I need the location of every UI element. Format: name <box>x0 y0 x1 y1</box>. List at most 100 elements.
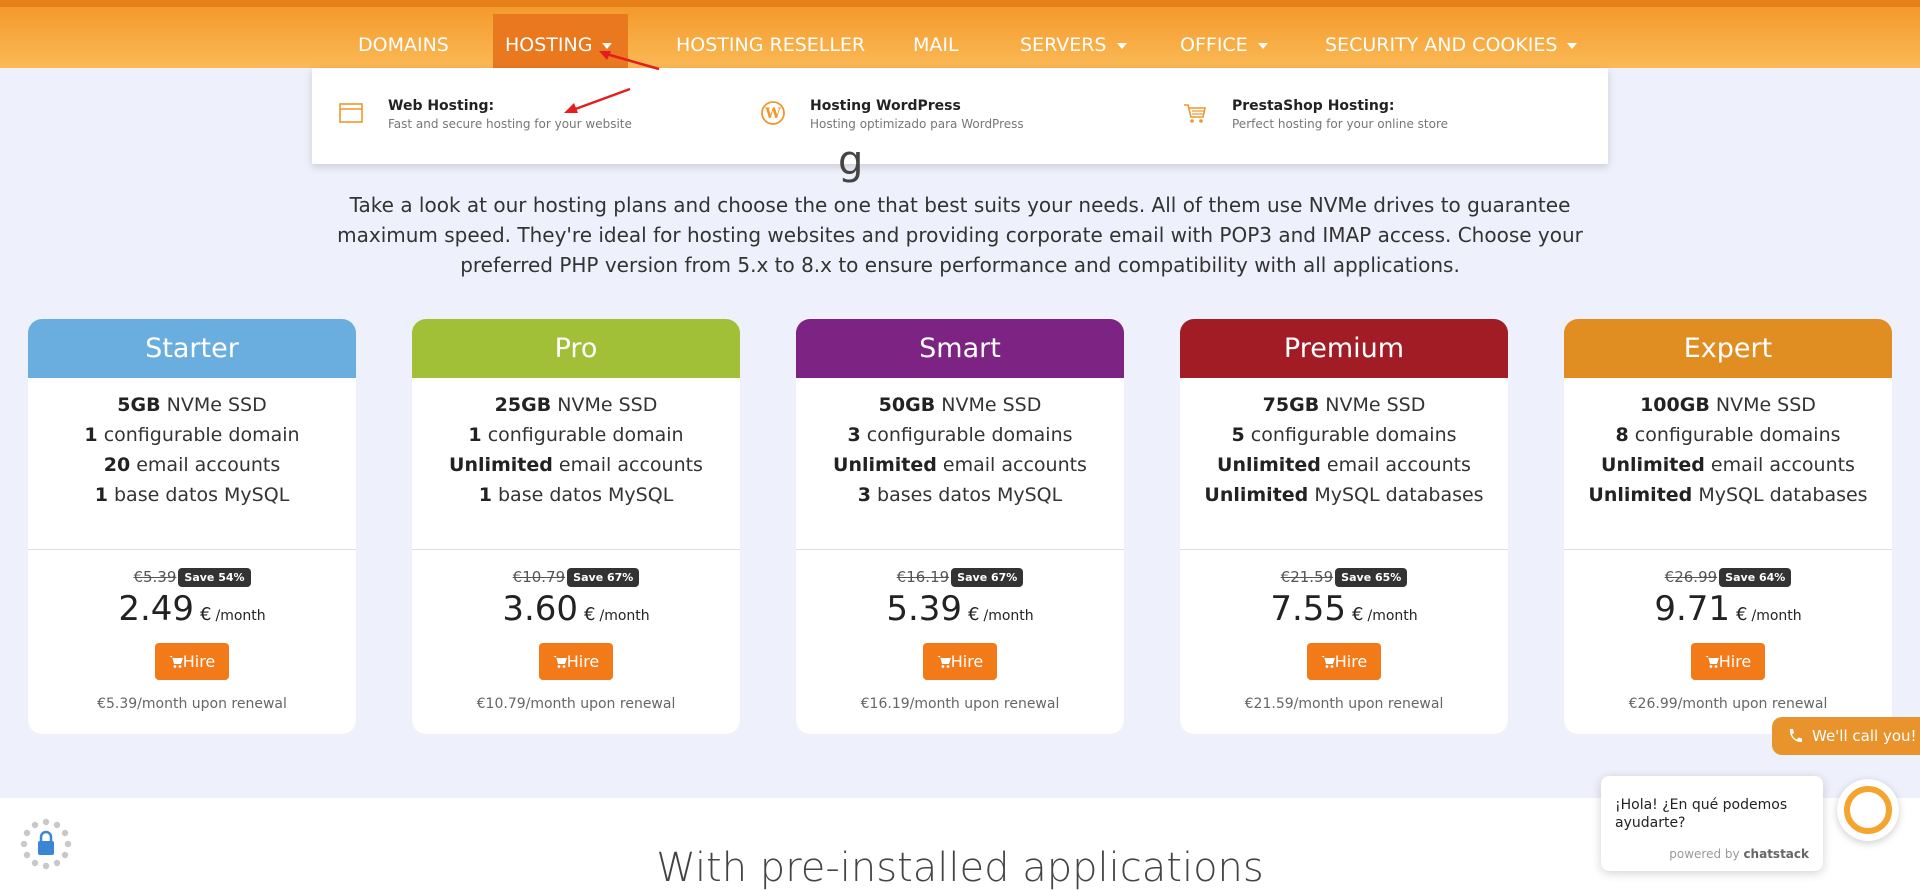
nav-office[interactable]: OFFICE <box>1168 14 1280 75</box>
feature-value: 3 <box>857 484 871 506</box>
feature-value: Unlimited <box>1588 484 1693 506</box>
old-price-row: €21.59 Save 65% <box>1180 568 1508 587</box>
renewal-price: €26.99/month upon renewal <box>1628 696 1828 712</box>
feature-value: Unlimited <box>1601 454 1705 476</box>
price-row: 2.49 €/month <box>28 589 356 629</box>
plan-name: Pro <box>412 319 740 378</box>
hire-button[interactable]: Hire <box>539 643 613 680</box>
hire-button[interactable]: Hire <box>923 643 997 680</box>
plan-card: Starter 5GB NVMe SSD 1 configurable doma… <box>28 319 356 734</box>
hosting-dropdown-menu: Web Hosting: Fast and secure hosting for… <box>312 68 1608 164</box>
renewal-price: €5.39/month upon renewal <box>97 696 287 712</box>
feature-label: configurable domains <box>1628 424 1841 446</box>
feature-value: Unlimited <box>1204 484 1309 506</box>
feature-domains: 5 configurable domains <box>1180 420 1508 450</box>
feature-label: configurable domains <box>860 424 1073 446</box>
hire-label: Hire <box>182 652 216 671</box>
save-badge: Save 65% <box>1335 568 1408 587</box>
dropdown-item-title: Hosting WordPress <box>810 98 961 114</box>
dropdown-item-web-hosting[interactable]: Web Hosting: Fast and secure hosting for… <box>338 98 632 131</box>
price-row: 7.55 €/month <box>1180 589 1508 629</box>
phone-icon <box>1789 729 1802 743</box>
feature-databases: 3 bases datos MySQL <box>796 480 1124 510</box>
nav-hosting-label: HOSTING <box>505 33 593 56</box>
nav-domains[interactable]: DOMAINS <box>346 14 461 75</box>
plan-features: 100GB NVMe SSD 8 configurable domains Un… <box>1564 378 1892 550</box>
nav-hosting-reseller-label: HOSTING RESELLER <box>676 33 866 56</box>
feature-label: bases datos MySQL <box>871 484 1063 506</box>
nav-mail[interactable]: MAIL <box>901 14 971 75</box>
feature-label: configurable domain <box>97 424 300 446</box>
chat-ring-icon <box>1844 786 1892 834</box>
hire-label: Hire <box>1718 652 1752 671</box>
trust-seal-icon[interactable] <box>18 816 74 872</box>
feature-value: 8 <box>1615 424 1629 446</box>
hire-label: Hire <box>950 652 984 671</box>
svg-text:W: W <box>764 106 781 122</box>
plan-features: 5GB NVMe SSD 1 configurable domain 20 em… <box>28 378 356 550</box>
callback-label: We'll call you! <box>1812 727 1917 745</box>
caret-down-icon <box>602 42 613 49</box>
renewal-price: €21.59/month upon renewal <box>1244 696 1444 712</box>
cart-icon <box>1320 656 1335 668</box>
dropdown-item-prestashop-hosting[interactable]: PrestaShop Hosting: Perfect hosting for … <box>1182 98 1448 131</box>
callback-button[interactable]: We'll call you! <box>1772 717 1920 755</box>
price: 9.71 <box>1654 589 1731 629</box>
plan-pricing: €10.79 Save 67% 3.60 €/month Hire €10.79/m… <box>412 550 740 712</box>
hire-button[interactable]: Hire <box>1691 643 1765 680</box>
feature-label: configurable domain <box>481 424 684 446</box>
feature-domains: 3 configurable domains <box>796 420 1124 450</box>
dropdown-item-hosting-wordpress[interactable]: W Hosting WordPress Hosting optimizado p… <box>760 98 1024 131</box>
feature-label: base datos MySQL <box>491 484 674 506</box>
feature-value: 1 <box>94 484 108 506</box>
feature-storage: 100GB NVMe SSD <box>1564 390 1892 420</box>
intro-text: Take a look at our hosting plans and cho… <box>337 193 1583 277</box>
hire-label: Hire <box>566 652 600 671</box>
feature-email: Unlimited email accounts <box>1564 450 1892 480</box>
old-price: €10.79 <box>512 568 566 586</box>
plan-card: Smart 50GB NVMe SSD 3 configurable domai… <box>796 319 1124 734</box>
nav-servers[interactable]: SERVERS <box>1008 14 1139 75</box>
currency: € <box>1352 604 1364 625</box>
chat-launcher-button[interactable] <box>1837 779 1899 841</box>
dropdown-item-subtitle: Fast and secure hosting for your website <box>388 117 632 131</box>
feature-storage: 75GB NVMe SSD <box>1180 390 1508 420</box>
feature-storage: 50GB NVMe SSD <box>796 390 1124 420</box>
feature-label: MySQL databases <box>1692 484 1868 506</box>
feature-label: email accounts <box>1320 454 1471 476</box>
price: 5.39 <box>886 589 963 629</box>
old-price-row: €16.19 Save 67% <box>796 568 1124 587</box>
dropdown-item-subtitle: Perfect hosting for your online store <box>1232 117 1449 131</box>
plan-name: Premium <box>1180 319 1508 378</box>
plan-pricing: €16.19 Save 67% 5.39 €/month Hire €16.19/m… <box>796 550 1124 712</box>
feature-email: Unlimited email accounts <box>412 450 740 480</box>
hire-button[interactable]: Hire <box>155 643 229 680</box>
chat-popup[interactable]: ¡Hola! ¿En qué podemos ayudarte? powered… <box>1601 776 1823 871</box>
hire-label: Hire <box>1334 652 1368 671</box>
feature-domains: 1 configurable domain <box>412 420 740 450</box>
caret-down-icon <box>1116 42 1127 49</box>
feature-email: Unlimited email accounts <box>1180 450 1508 480</box>
feature-databases: Unlimited MySQL databases <box>1564 480 1892 510</box>
feature-databases: Unlimited MySQL databases <box>1180 480 1508 510</box>
nav-security-cookies[interactable]: SECURITY AND COOKIES <box>1313 14 1589 75</box>
hire-button[interactable]: Hire <box>1307 643 1381 680</box>
plan-card: Premium 75GB NVMe SSD 5 configurable dom… <box>1180 319 1508 734</box>
feature-label: NVMe SSD <box>1319 394 1426 416</box>
dropdown-item-subtitle: Hosting optimizado para WordPress <box>810 117 1024 131</box>
price-row: 3.60 €/month <box>412 589 740 629</box>
old-price: €26.99 <box>1664 568 1718 586</box>
nav-hosting[interactable]: HOSTING <box>493 14 628 75</box>
plan-card: Pro 25GB NVMe SSD 1 configurable domain … <box>412 319 740 734</box>
chat-message: ¡Hola! ¿En qué podemos ayudarte? <box>1615 797 1788 831</box>
price: 2.49 <box>118 589 195 629</box>
feature-label: configurable domains <box>1244 424 1457 446</box>
nav-hosting-reseller[interactable]: HOSTING RESELLER <box>664 14 877 75</box>
feature-value: 5GB <box>117 394 161 416</box>
plan-name: Expert <box>1564 319 1892 378</box>
feature-value: Unlimited <box>833 454 937 476</box>
currency: € <box>968 604 980 625</box>
cart-icon <box>552 656 567 668</box>
old-price-row: €26.99 Save 64% <box>1564 568 1892 587</box>
feature-value: 20 <box>103 454 131 476</box>
